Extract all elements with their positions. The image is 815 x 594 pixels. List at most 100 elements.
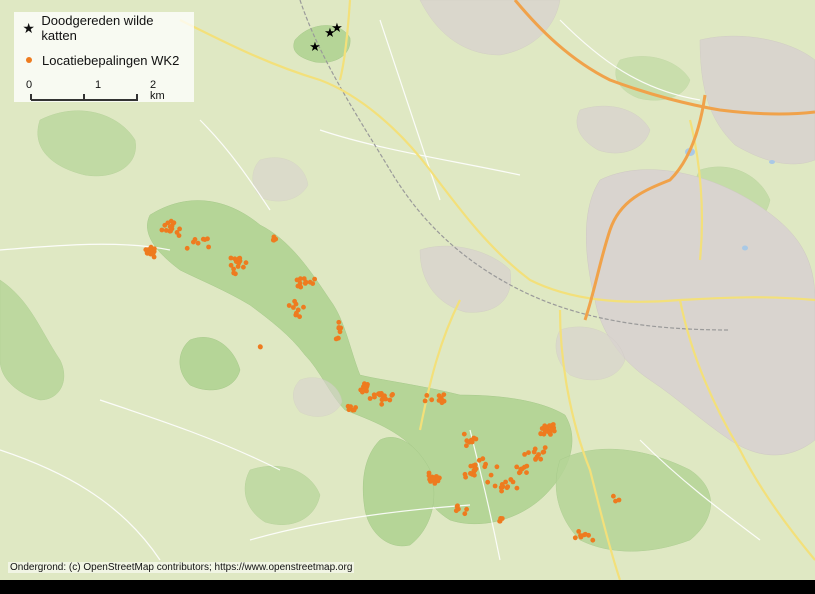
location-fix-dot [436, 393, 442, 399]
location-fix-dot [236, 256, 242, 261]
location-fix-dot [301, 304, 306, 310]
location-fix-dot [424, 393, 430, 398]
location-fix-dot [576, 529, 582, 534]
location-fix-dot [499, 482, 505, 487]
location-fix-dot [441, 392, 447, 397]
map-canvas[interactable]: ★ ★ ★ ★ Doodgereden wilde katten Locatiebe… [0, 0, 815, 580]
legend-label-location-fixes: Locatiebepalingen WK2 [42, 52, 180, 68]
location-fix-dot [542, 428, 548, 434]
location-fix-dot [184, 245, 190, 251]
location-fix-dot [485, 479, 491, 485]
location-fix-dot [228, 262, 234, 268]
location-fix-dot [195, 240, 201, 246]
location-fix-dot [547, 430, 553, 436]
location-fix-dot [611, 493, 616, 499]
location-fix-dot [192, 237, 198, 242]
location-fix-dot [453, 508, 459, 514]
location-fix-dot [162, 222, 168, 228]
location-fix-dot [205, 236, 210, 242]
location-fix-dot [517, 469, 523, 475]
location-fix-dot [542, 423, 548, 429]
location-fix-dot [376, 391, 381, 397]
location-fix-dot [532, 446, 538, 452]
location-fix-dot [294, 277, 300, 283]
location-fix-dot [379, 401, 385, 407]
location-fix-dot [143, 247, 149, 253]
location-fix-dot [435, 476, 440, 482]
orange-dot-icon [26, 57, 32, 63]
location-fix-dot [241, 264, 246, 270]
bottom-strip [0, 580, 815, 594]
location-fix-dot [150, 251, 156, 257]
scale-line [31, 99, 138, 101]
location-fix-dot [480, 456, 486, 462]
location-fix-dot [301, 276, 307, 281]
location-fix-dot [298, 284, 304, 290]
location-fix-dot [297, 314, 302, 320]
location-fix-dot [271, 237, 277, 243]
location-fix-dot [464, 506, 469, 512]
location-fix-dot [363, 386, 369, 392]
location-fix-dot [382, 396, 388, 402]
roadkill-star-icon: ★ [331, 21, 343, 36]
scale-tick-0 [30, 94, 32, 100]
location-fix-dot [336, 319, 342, 325]
location-fix-dot [455, 503, 460, 509]
scale-tick-1 [83, 94, 85, 100]
location-fix-dot [367, 396, 373, 401]
scale-tick-2 [136, 94, 138, 100]
location-fix-dot [499, 488, 504, 494]
location-fix-dot [294, 310, 299, 316]
location-fix-dot [499, 516, 505, 521]
location-fix-dot [540, 449, 546, 455]
location-fix-dot [492, 483, 498, 489]
location-fix-dot [473, 436, 479, 442]
location-fix-dot [351, 407, 357, 413]
location-fix-dot [461, 431, 467, 437]
location-fix-dot [473, 466, 479, 472]
scale-label-2: 2 km [150, 79, 165, 102]
location-fix-dot [613, 498, 618, 504]
location-fix-dot [462, 511, 468, 517]
location-fix-dot [488, 472, 494, 478]
location-fix-dot [464, 443, 469, 449]
location-fix-dot [586, 532, 591, 538]
location-fix-dot [235, 264, 241, 269]
scale-bar: 0 1 2 km [26, 79, 165, 102]
location-fix-dot [171, 220, 177, 226]
location-fix-dot [159, 227, 165, 233]
location-fix-dot [292, 298, 297, 304]
location-fix-dot [524, 470, 529, 475]
location-fix-dot [468, 437, 474, 443]
location-fix-dot [422, 398, 428, 404]
location-fix-dot [526, 450, 531, 455]
location-fix-dot [524, 463, 530, 469]
scale-label-1: 1 [95, 79, 102, 91]
location-fix-dot [348, 404, 353, 409]
location-fix-dot [538, 431, 544, 437]
location-fix-dot [508, 477, 514, 482]
location-fix-dot [167, 224, 173, 230]
star-icon: ★ [22, 19, 35, 36]
location-fix-dot [291, 305, 296, 310]
location-fix-dot [257, 344, 263, 350]
location-fix-dot [463, 474, 468, 480]
location-fix-dot [572, 535, 578, 541]
location-fix-dot [336, 325, 342, 330]
location-fix-dot [233, 271, 238, 277]
location-fix-dot [542, 445, 548, 450]
location-fix-dot [307, 279, 313, 285]
location-fix-dot [514, 464, 520, 470]
location-fix-dot [590, 537, 596, 543]
map-attribution: Ondergrond: (c) OpenStreetMap contributo… [8, 562, 355, 573]
location-fix-dot [514, 485, 520, 491]
location-fix-dot [534, 454, 540, 460]
location-fix-dot [468, 463, 474, 469]
location-fix-dot [426, 473, 432, 479]
location-fix-dot [243, 260, 249, 266]
roadkill-star-icon: ★ [309, 40, 321, 55]
legend-item-roadkill: ★ Doodgereden wilde katten [22, 13, 186, 43]
location-fix-dot [550, 422, 556, 427]
location-fix-dot [286, 303, 292, 308]
location-fix-dot [372, 394, 377, 400]
